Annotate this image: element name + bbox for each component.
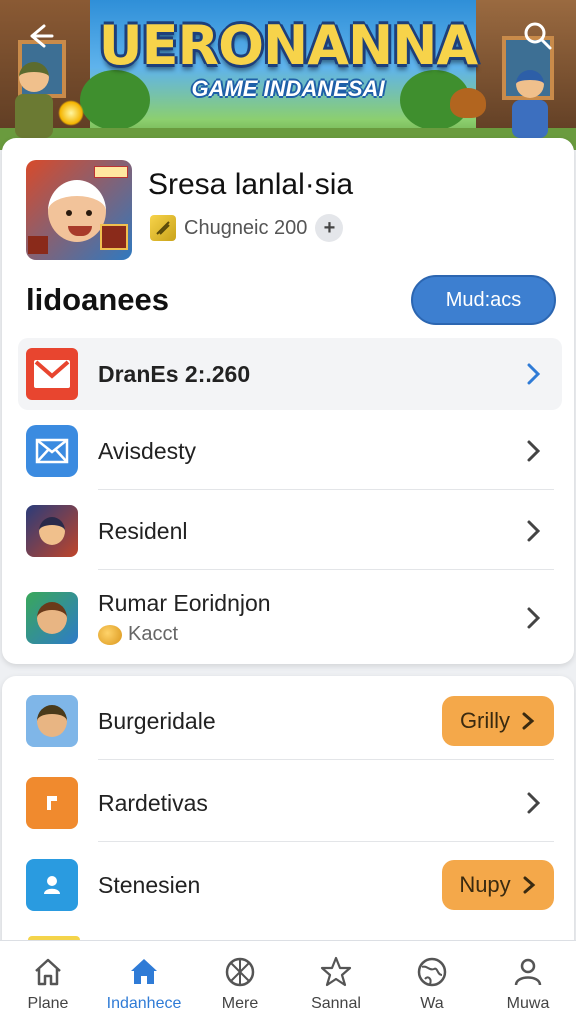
list-item-label: Stenesien (98, 871, 201, 898)
list-item[interactable]: Burgeridale Grilly (18, 682, 562, 760)
search-button[interactable] (518, 16, 558, 56)
banner-lantern (58, 100, 84, 126)
chevron-right-icon (527, 792, 541, 814)
list-item-label: Rumar Eoridnjon (98, 590, 271, 616)
chat-bubble-icon (26, 777, 78, 829)
envelope-icon (26, 425, 78, 477)
mail-icon (26, 348, 78, 400)
list-item-sub-label: Kacct (128, 623, 179, 645)
arrow-left-icon (30, 24, 54, 48)
nav-item-wa[interactable]: Wa (384, 941, 480, 1024)
profile-meta: Chugneic 200 + (150, 214, 344, 242)
nav-item-plane[interactable]: Plane (0, 941, 96, 1024)
nav-label: Plane (27, 995, 69, 1012)
list-item-label: Avisdesty (98, 437, 197, 464)
star-icon (320, 956, 352, 987)
bottom-nav: Plane Indanhece Mere Sannal Wa Muwa (0, 940, 576, 1024)
pill-label: Grilly (459, 708, 511, 733)
chevron-right-icon (522, 712, 535, 730)
nav-label: Wa (420, 995, 444, 1012)
nav-item-sannal[interactable]: Sannal (288, 941, 384, 1024)
search-icon (524, 22, 552, 50)
profile-avatar[interactable] (26, 160, 132, 260)
chevron-right-icon (527, 520, 541, 542)
chevron-right-icon (523, 876, 535, 894)
section-action-button[interactable]: Mud:acs (411, 275, 556, 325)
pill-label: Nupy (459, 872, 511, 897)
person-icon (514, 958, 542, 986)
nav-item-mere[interactable]: Mere (192, 941, 288, 1024)
home-outline-icon (35, 958, 61, 986)
list-item-sub: Kacct (98, 623, 271, 646)
header-banner: UERONANNA GAME INDANESAI (0, 0, 576, 150)
secondary-card: Burgeridale Grilly Rardetivas Stenesien … (2, 676, 574, 976)
world-icon (417, 957, 447, 987)
list-item[interactable]: Avisdesty (18, 412, 562, 490)
pill-button[interactable]: Grilly (442, 696, 554, 746)
chevron-right-icon (527, 440, 541, 462)
character-avatar-icon (26, 592, 78, 644)
nav-label: Muwa (506, 995, 550, 1012)
coin-icon (98, 624, 122, 645)
list-item-label: Burgeridale (98, 707, 216, 734)
list-item[interactable]: Residenl (18, 492, 562, 570)
list-item-label: Residenl (98, 517, 188, 544)
profile-name: Sresa lanlal·sia (148, 168, 354, 201)
pill-button[interactable]: Nupy (442, 860, 554, 910)
home-icon (131, 959, 157, 984)
nav-label: Mere (221, 995, 259, 1012)
character-avatar-icon (26, 695, 78, 747)
character-avatar-icon (26, 505, 78, 557)
app-title: UERONANNA (98, 14, 478, 77)
nav-item-indanhece[interactable]: Indanhece (96, 941, 192, 1024)
list-item[interactable]: Rardetivas (18, 764, 562, 842)
chevron-right-icon (527, 363, 541, 385)
nav-item-muwa[interactable]: Muwa (480, 941, 576, 1024)
profile-bubble-icon (26, 859, 78, 911)
add-button[interactable]: + (315, 214, 344, 242)
nav-label: Sannal (311, 995, 361, 1012)
list-item[interactable]: Stenesien Nupy (18, 846, 562, 924)
list-item-label: Rardetivas (98, 789, 208, 816)
list-item[interactable]: DranEs 2:.260 (18, 338, 562, 410)
list-item-label: DranEs 2:.260 (98, 360, 251, 387)
chevron-right-icon (527, 607, 541, 629)
list-item[interactable]: Rumar Eoridnjon Kacct (18, 572, 562, 664)
globe-icon (225, 957, 255, 987)
profile-card: Sresa lanlal·sia Chugneic 200 + lidoanee… (2, 138, 574, 664)
app-subtitle: GAME INDANESAI (191, 76, 385, 101)
nav-label: Indanhece (106, 995, 182, 1012)
ticket-icon (150, 215, 176, 241)
back-button[interactable] (20, 16, 60, 56)
profile-meta-text: Chugneic 200 (184, 216, 308, 239)
section-title: lidoanees (26, 282, 169, 317)
